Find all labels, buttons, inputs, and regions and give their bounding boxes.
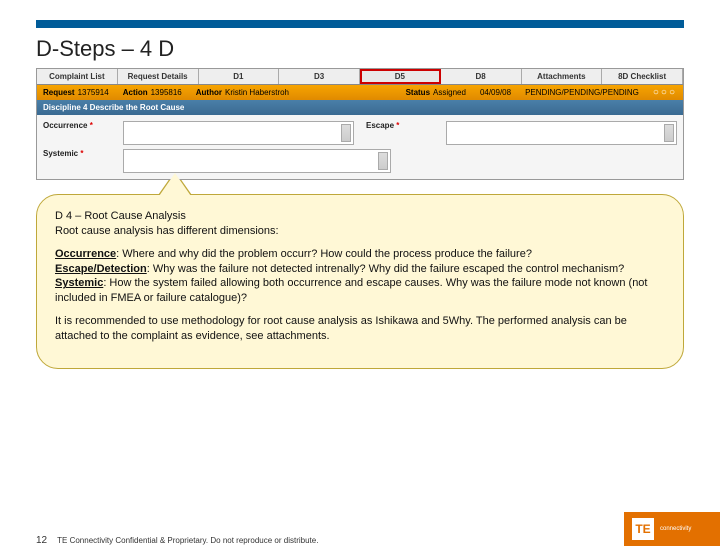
tab-d8[interactable]: D8 — [441, 69, 522, 84]
action-label: Action — [123, 88, 148, 97]
tab-bar: Complaint List Request Details D1 D3 D5 … — [37, 69, 683, 85]
callout-subheading: Root cause analysis has different dimens… — [55, 225, 279, 237]
te-mark: TE — [632, 518, 654, 540]
required-mark: * — [90, 121, 93, 130]
te-sub: connectivity — [660, 526, 691, 532]
tab-d5[interactable]: D5 — [360, 69, 441, 84]
more-icon[interactable]: ○○○ — [653, 87, 677, 98]
status-value: Assigned — [433, 88, 466, 97]
section-header: Discipline 4 Describe the Root Cause — [37, 100, 683, 115]
escape-text: : Why was the failure not detected intre… — [147, 263, 625, 275]
app-screenshot: Complaint List Request Details D1 D3 D5 … — [36, 68, 684, 180]
occurrence-label: Occurrence — [43, 121, 87, 130]
footer: 12 TE Connectivity Confidential & Propri… — [36, 535, 720, 546]
author-value: Kristin Haberstroh — [225, 88, 289, 97]
callout-heading: D 4 – Root Cause Analysis — [55, 210, 186, 222]
tab-d3[interactable]: D3 — [279, 69, 360, 84]
confidentiality-notice: TE Connectivity Confidential & Proprieta… — [57, 536, 318, 545]
systemic-text: : How the system failed allowing both oc… — [55, 277, 648, 304]
explanation-callout: D 4 – Root Cause Analysis Root cause ana… — [36, 194, 684, 369]
date-value: 04/09/08 — [480, 88, 511, 97]
occurrence-text: : Where and why did the problem occurr? … — [116, 248, 532, 260]
field-occurrence: Occurrence * — [37, 119, 360, 147]
escape-label: Escape — [366, 121, 394, 130]
required-mark: * — [396, 121, 399, 130]
author-label: Author — [196, 88, 222, 97]
tab-attachments[interactable]: Attachments — [522, 69, 603, 84]
systemic-term: Systemic — [55, 277, 103, 289]
info-bar: Request 1375914 Action 1395816 Author Kr… — [37, 85, 683, 100]
field-escape: Escape * — [360, 119, 683, 147]
recommendation-text: It is recommended to use methodology for… — [55, 314, 665, 344]
tab-8d-checklist[interactable]: 8D Checklist — [602, 69, 683, 84]
te-logo: TE connectivity — [624, 512, 720, 546]
tab-d1[interactable]: D1 — [199, 69, 280, 84]
brand-stripe — [36, 20, 684, 28]
escape-term: Escape/Detection — [55, 263, 147, 275]
systemic-label: Systemic — [43, 149, 78, 158]
pending-value: PENDING/PENDING/PENDING — [525, 88, 639, 97]
occurrence-textarea[interactable] — [123, 121, 354, 145]
tab-request-details[interactable]: Request Details — [118, 69, 199, 84]
page-number: 12 — [36, 535, 47, 546]
page-title: D-Steps – 4 D — [36, 36, 684, 62]
request-value: 1375914 — [78, 88, 109, 97]
occurrence-term: Occurrence — [55, 248, 116, 260]
required-mark: * — [80, 149, 83, 158]
action-value: 1395816 — [151, 88, 182, 97]
systemic-textarea[interactable] — [123, 149, 391, 173]
escape-textarea[interactable] — [446, 121, 677, 145]
request-label: Request — [43, 88, 75, 97]
tab-complaint-list[interactable]: Complaint List — [37, 69, 118, 84]
field-systemic: Systemic * — [37, 147, 683, 175]
status-label: Status — [406, 88, 430, 97]
fields-area: Occurrence * Escape * Systemic * — [37, 115, 683, 179]
